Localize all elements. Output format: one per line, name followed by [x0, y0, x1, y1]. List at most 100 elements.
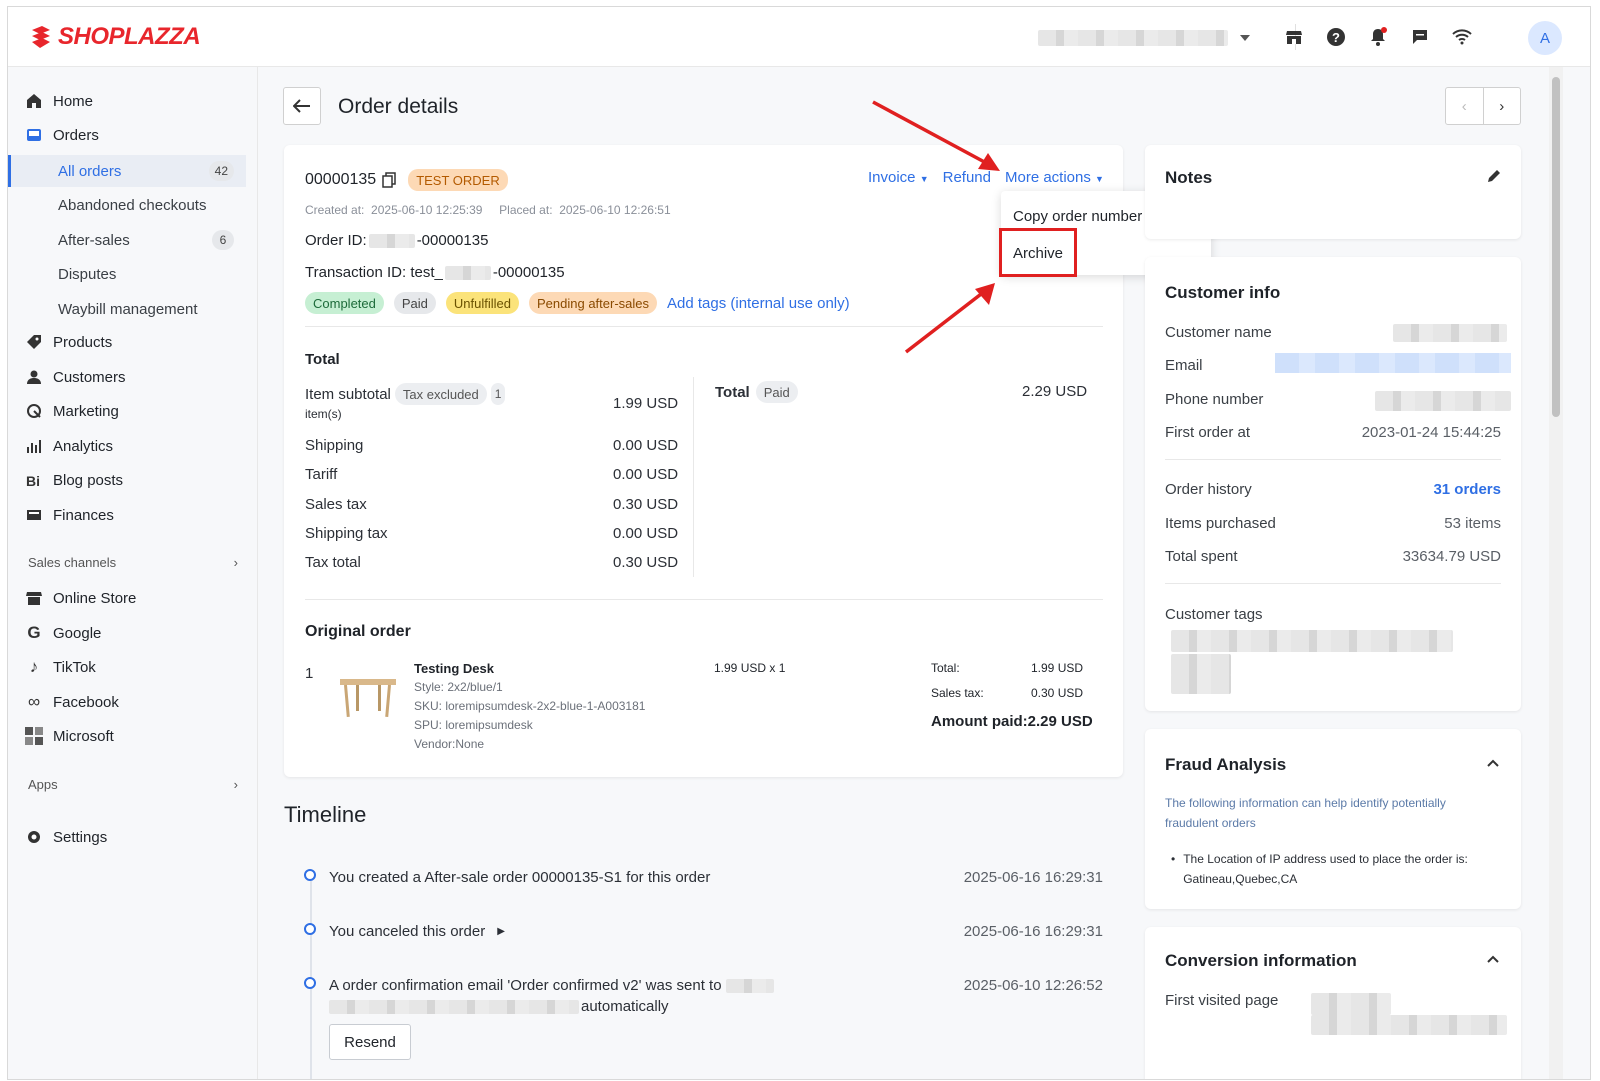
- redacted-text: [725, 978, 774, 993]
- order-card: 00000135 TEST ORDER Invoice ▼ Refund Mor…: [284, 145, 1123, 777]
- more-actions-dropdown[interactable]: More actions ▼: [1005, 169, 1104, 186]
- wifi-icon[interactable]: [1450, 25, 1474, 49]
- items-unit: item(s): [305, 407, 342, 421]
- vertical-divider: [693, 377, 694, 577]
- status-badge-completed: Completed: [305, 292, 384, 314]
- store-name-redacted: [1038, 30, 1228, 46]
- tax-total-value: 0.30 USD: [613, 554, 679, 571]
- apps-header[interactable]: Apps ›: [28, 777, 238, 792]
- sidebar-item-disputes[interactable]: Disputes: [8, 258, 246, 290]
- sidebar-item-orders[interactable]: Orders: [25, 120, 99, 150]
- line-tax-value: 0.30 USD: [1031, 686, 1084, 700]
- divider: [1165, 583, 1501, 584]
- redacted-text: [1375, 391, 1511, 411]
- add-tags-link[interactable]: Add tags (internal use only): [667, 295, 850, 312]
- sidebar-item-products[interactable]: Products: [25, 327, 112, 357]
- amount-paid: Amount paid:2.29 USD: [931, 713, 1093, 730]
- scrollbar[interactable]: [1549, 67, 1563, 1079]
- placed-at: 2025-06-10 12:26:51: [559, 203, 671, 217]
- copy-icon[interactable]: [382, 172, 396, 188]
- shipping-value: 0.00 USD: [613, 437, 679, 454]
- prev-order-button[interactable]: ‹: [1446, 88, 1484, 124]
- order-id-suffix: -00000135: [416, 232, 489, 249]
- sidebar-item-settings[interactable]: Settings: [25, 822, 107, 852]
- sidebar-label: After-sales: [58, 231, 130, 249]
- sidebar-label: Finances: [53, 506, 114, 524]
- sidebar-item-finances[interactable]: Finances: [25, 500, 114, 530]
- sidebar-item-all-orders[interactable]: All orders 42: [8, 155, 246, 187]
- bell-icon[interactable]: [1366, 25, 1390, 49]
- menu-item-copy-order-number[interactable]: Copy order number: [1013, 208, 1142, 225]
- sidebar-label: Customers: [53, 368, 126, 386]
- meta-icon: ∞: [27, 692, 41, 711]
- created-label: Created at:: [305, 203, 365, 217]
- store-icon[interactable]: [1282, 25, 1306, 49]
- resend-button[interactable]: Resend: [329, 1024, 411, 1060]
- sidebar-item-tiktok[interactable]: ♪ TikTok: [25, 652, 96, 682]
- help-icon[interactable]: ?: [1324, 25, 1348, 49]
- sidebar-label: Home: [53, 92, 94, 110]
- customer-tags-label: Customer tags: [1165, 606, 1263, 623]
- original-order-heading: Original order: [305, 623, 411, 640]
- chat-icon[interactable]: [1408, 25, 1432, 49]
- count-badge: 6: [212, 230, 234, 250]
- paid-badge: Paid: [755, 381, 798, 403]
- product-spu: SPU: loremipsumdesk: [414, 718, 533, 732]
- back-button[interactable]: [283, 87, 321, 125]
- sidebar-item-home[interactable]: Home: [25, 86, 93, 116]
- sidebar-item-analytics[interactable]: Analytics: [25, 431, 113, 461]
- sidebar-label: All orders: [58, 162, 122, 180]
- sidebar-item-abandoned-checkouts[interactable]: Abandoned checkouts: [8, 189, 246, 221]
- sidebar-label: Disputes: [58, 265, 117, 283]
- chevron-up-icon[interactable]: [1487, 759, 1499, 767]
- tag-icon: [25, 333, 43, 351]
- first-visited-label: First visited page: [1165, 992, 1279, 1009]
- fraud-analysis-title: Fraud Analysis: [1165, 755, 1287, 774]
- redacted-tags: [1171, 630, 1453, 652]
- product-thumbnail[interactable]: [336, 665, 400, 723]
- order-id-label: Order ID:: [305, 232, 367, 249]
- redacted-email[interactable]: [1275, 353, 1511, 373]
- tariff-value: 0.00 USD: [613, 466, 679, 483]
- top-bar: SHOPLAZZA ? A: [8, 7, 1590, 67]
- pencil-icon[interactable]: [1487, 169, 1501, 183]
- sidebar-item-waybill[interactable]: Waybill management: [8, 293, 246, 325]
- sidebar-item-after-sales[interactable]: After-sales 6: [8, 224, 246, 256]
- sidebar-item-online-store[interactable]: Online Store: [25, 583, 136, 613]
- avatar[interactable]: A: [1528, 21, 1562, 55]
- timeline-event-time: 2025-06-16 16:29:31: [963, 869, 1103, 886]
- sidebar-item-google[interactable]: G Google: [25, 618, 101, 648]
- count-badge: 42: [208, 161, 234, 181]
- timeline-event-expandable[interactable]: You canceled this order ▶: [329, 923, 505, 940]
- first-order-label: First order at: [1165, 424, 1251, 441]
- sidebar-item-blog[interactable]: Bi Blog posts: [25, 465, 123, 495]
- sidebar-label: Analytics: [53, 437, 114, 455]
- sidebar-label: Orders: [53, 126, 99, 144]
- sidebar-item-microsoft[interactable]: Microsoft: [25, 721, 114, 751]
- sidebar-item-customers[interactable]: Customers: [25, 362, 126, 392]
- sales-channels-header[interactable]: Sales channels ›: [28, 555, 238, 570]
- refund-button[interactable]: Refund: [943, 169, 991, 186]
- next-order-button[interactable]: ›: [1484, 88, 1521, 124]
- tax-total-label: Tax total: [305, 554, 361, 571]
- chevron-right-icon: ›: [1499, 97, 1505, 115]
- bar-chart-icon: [25, 437, 43, 455]
- order-history-link[interactable]: 31 orders: [1433, 481, 1501, 498]
- sidebar-item-facebook[interactable]: ∞ Facebook: [25, 687, 119, 717]
- timeline-event-text: You created a After-sale order 00000135-…: [329, 869, 711, 886]
- shipping-tax-value: 0.00 USD: [613, 525, 679, 542]
- sidebar-item-marketing[interactable]: Marketing: [25, 396, 119, 426]
- chevron-up-icon[interactable]: [1487, 955, 1499, 963]
- timeline-event-text: A order confirmation email 'Order confir…: [329, 977, 722, 994]
- scrollbar-thumb[interactable]: [1552, 77, 1560, 417]
- brand-logo[interactable]: SHOPLAZZA: [28, 23, 201, 51]
- txn-label: Transaction ID: test_: [305, 264, 443, 281]
- order-history-label: Order history: [1165, 481, 1252, 498]
- shoplazza-logo-icon: [32, 26, 50, 48]
- caret-right-icon: ▶: [497, 926, 505, 937]
- timeline-event-time: 2025-06-10 12:26:52: [963, 977, 1103, 994]
- store-selector[interactable]: [1038, 29, 1274, 47]
- product-name[interactable]: Testing Desk: [414, 661, 494, 676]
- invoice-dropdown[interactable]: Invoice ▼: [868, 169, 929, 186]
- redacted-text: [329, 999, 579, 1014]
